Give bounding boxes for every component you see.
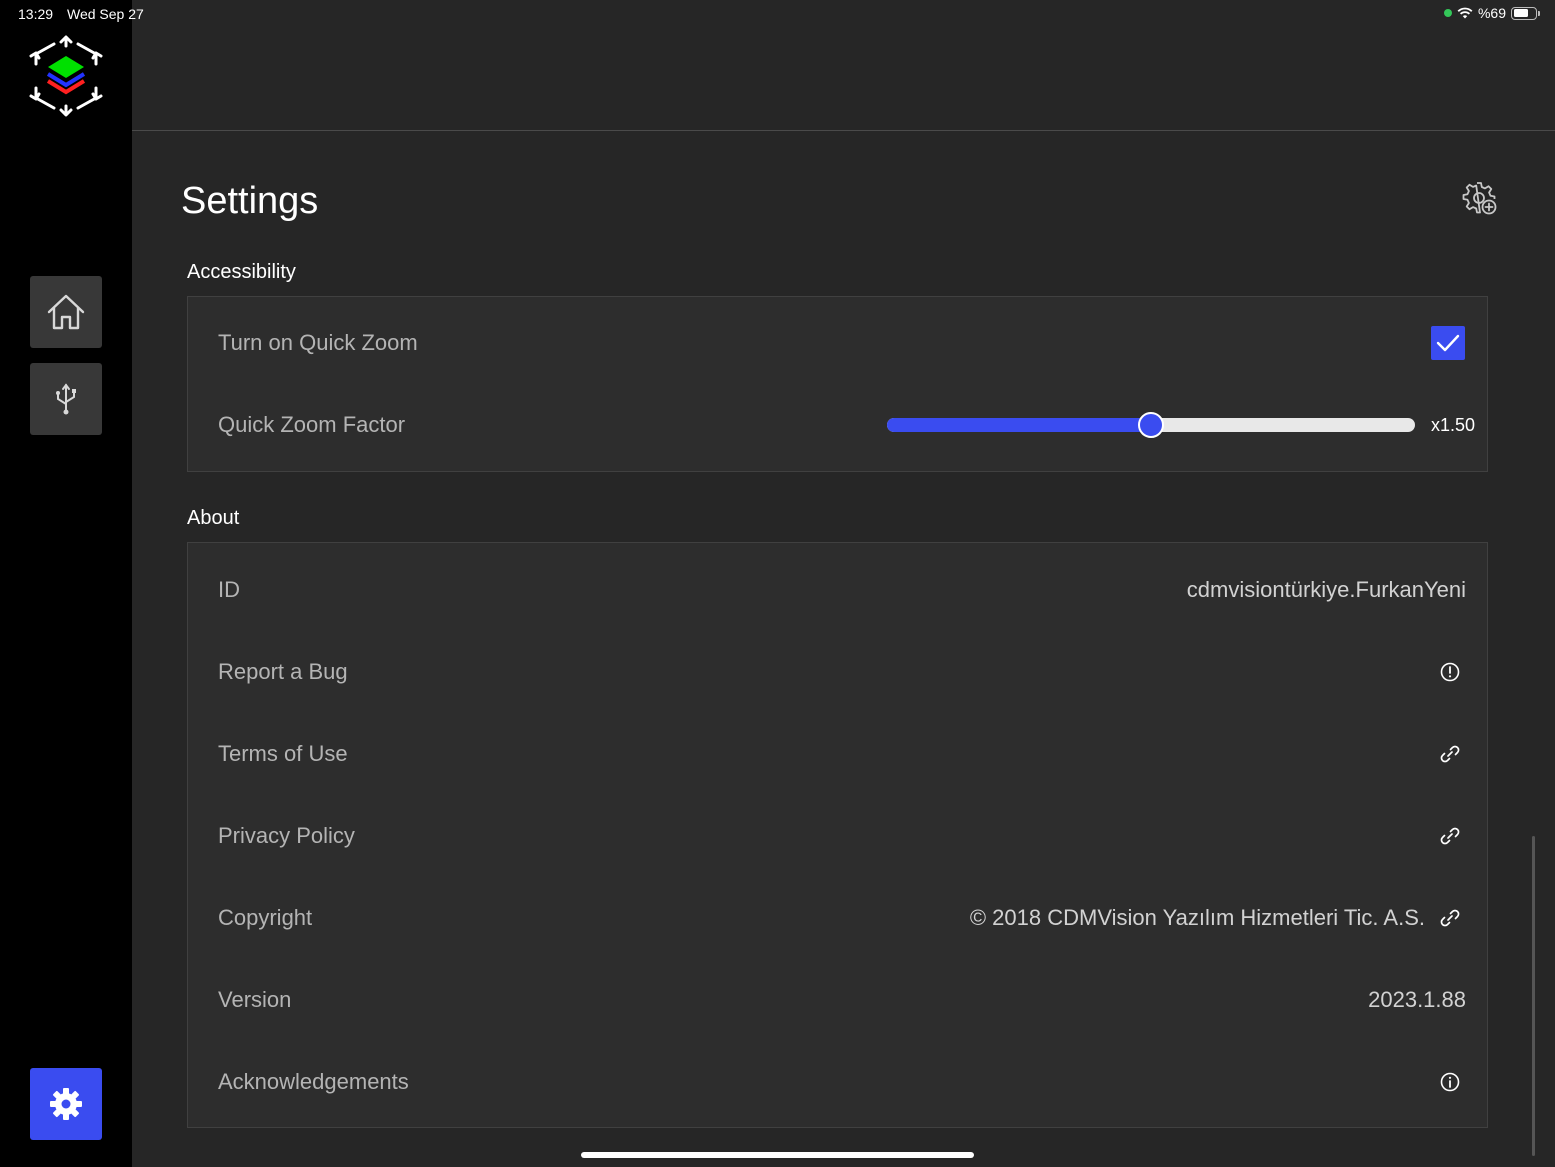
link-icon[interactable]: [1439, 743, 1461, 765]
gear-add-icon[interactable]: [1462, 180, 1498, 216]
camera-indicator-icon: [1443, 9, 1452, 17]
about-row-terms[interactable]: Terms of Use: [188, 713, 1487, 795]
about-row-id: ID cdmvisiontürkiye.FurkanYeni: [188, 549, 1487, 631]
sidebar-item-home[interactable]: [30, 276, 102, 348]
version-label: Version: [218, 987, 292, 1012]
zoom-factor-slider[interactable]: [887, 412, 1415, 438]
usb-icon: [56, 383, 76, 415]
battery-icon: [1511, 6, 1540, 20]
sidebar: [0, 0, 132, 1167]
link-icon[interactable]: [1439, 825, 1461, 847]
quick-zoom-checkbox[interactable]: [1431, 326, 1465, 360]
terms-label: Terms of Use: [218, 741, 348, 766]
alert-circle-icon[interactable]: [1439, 661, 1461, 683]
quick-zoom-label: Turn on Quick Zoom: [218, 330, 418, 355]
info-circle-icon[interactable]: [1439, 1071, 1461, 1093]
gear-icon: [50, 1088, 82, 1120]
status-bar: 13:29 Wed Sep 27 %69: [0, 0, 1555, 28]
privacy-label: Privacy Policy: [218, 823, 355, 848]
about-row-privacy[interactable]: Privacy Policy: [188, 795, 1487, 877]
acknowledgements-label: Acknowledgements: [218, 1069, 409, 1094]
home-icon: [47, 294, 85, 330]
status-time: 13:29: [18, 6, 54, 22]
status-date: Wed Sep 27: [67, 6, 144, 22]
id-label: ID: [218, 577, 240, 602]
copyright-value: © 2018 CDMVision Yazılım Hizmetleri Tic.…: [969, 905, 1425, 930]
accessibility-card: Turn on Quick Zoom Quick Zoom Factor x1.…: [187, 296, 1488, 472]
app-logo-icon: [29, 35, 103, 117]
battery-percent: %69: [1477, 5, 1506, 21]
checkmark-icon: [1436, 334, 1460, 352]
report-bug-label: Report a Bug: [218, 659, 348, 684]
page-title: Settings: [181, 180, 319, 222]
slider-thumb[interactable]: [1138, 412, 1164, 438]
sidebar-item-settings[interactable]: [30, 1068, 102, 1140]
sidebar-item-usb[interactable]: [30, 363, 102, 435]
about-row-report-bug[interactable]: Report a Bug: [188, 631, 1487, 713]
zoom-factor-value: x1.50: [1430, 414, 1475, 435]
zoom-factor-row: Quick Zoom Factor x1.50: [188, 384, 1487, 466]
copyright-label: Copyright: [218, 905, 313, 930]
zoom-factor-label: Quick Zoom Factor: [218, 412, 406, 437]
link-icon[interactable]: [1439, 907, 1461, 929]
home-indicator[interactable]: [581, 1152, 974, 1158]
wifi-icon: [1457, 7, 1473, 19]
version-value: 2023.1.88: [1368, 987, 1466, 1012]
quick-zoom-row: Turn on Quick Zoom: [188, 302, 1487, 384]
id-value: cdmvisiontürkiye.FurkanYeni: [1186, 577, 1466, 602]
slider-track-fill: [887, 418, 1151, 432]
section-title-about: About: [187, 507, 240, 529]
section-title-accessibility: Accessibility: [187, 261, 296, 283]
status-indicators: %69: [1443, 5, 1540, 21]
about-row-acknowledgements[interactable]: Acknowledgements: [188, 1041, 1487, 1123]
about-card: ID cdmvisiontürkiye.FurkanYeni Report a …: [187, 542, 1488, 1128]
about-row-copyright[interactable]: Copyright © 2018 CDMVision Yazılım Hizme…: [188, 877, 1487, 959]
scrollbar[interactable]: [1532, 836, 1535, 1156]
about-row-version: Version 2023.1.88: [188, 959, 1487, 1041]
